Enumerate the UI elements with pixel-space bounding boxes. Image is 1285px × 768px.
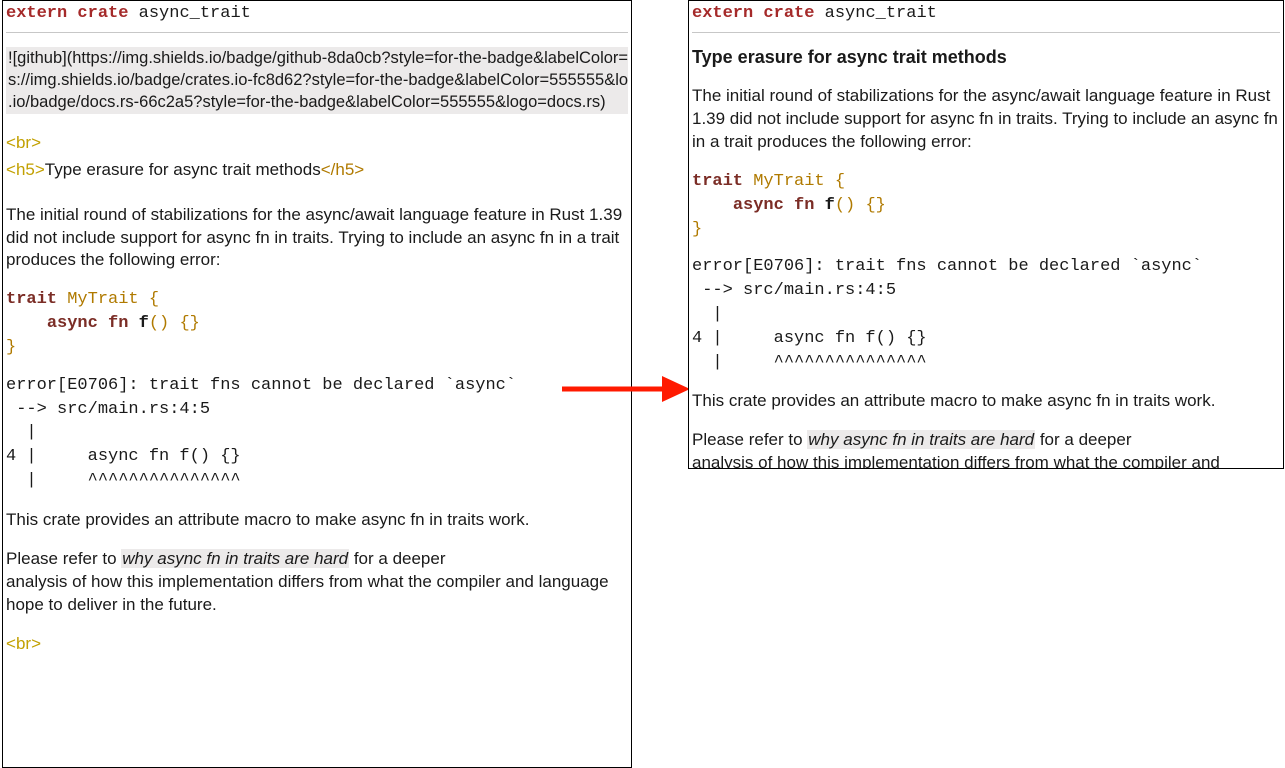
intro-paragraph-right: The initial round of stabilizations for … (692, 85, 1280, 154)
outro-paragraph-left: This crate provides an attribute macro t… (6, 509, 628, 532)
outro-paragraph-right: This crate provides an attribute macro t… (692, 390, 1280, 413)
arrow-icon (562, 374, 690, 404)
kw-crate: crate (77, 4, 128, 23)
raw-br-tag: <br> (6, 132, 628, 155)
badge-line-3: .io/badge/docs.rs-66c2a5?style=for-the-b… (6, 91, 628, 113)
crate-header-right: extern crate async_trait (692, 1, 1280, 33)
code-block-right: trait MyTrait { async fn f() {} } (692, 170, 1280, 241)
raw-h5-tag: <h5>Type erasure for async trait methods… (6, 159, 628, 182)
markdown-badges-raw: ![github](https://img.shields.io/badge/g… (6, 47, 628, 114)
page-root: extern crate async_trait ![github](https… (0, 0, 1285, 768)
badge-line-1: ![github](https://img.shields.io/badge/g… (6, 47, 628, 69)
ref-paragraph-left-line1: Please refer to why async fn in traits a… (6, 548, 628, 571)
ref-link-left[interactable]: why async fn in traits are hard (121, 549, 349, 568)
intro-paragraph-left: The initial round of stabilizations for … (6, 204, 628, 273)
h5-text: Type erasure for async trait methods (45, 160, 321, 179)
rendered-heading: Type erasure for async trait methods (692, 45, 1280, 69)
crate-name: async_trait (139, 4, 251, 23)
ref-paragraph-right-line2: analysis of how this implementation diff… (692, 452, 1280, 469)
ref-paragraph-left-line2: analysis of how this implementation diff… (6, 571, 628, 617)
raw-br-tag-bottom: <br> (6, 633, 628, 656)
code-block-left: trait MyTrait { async fn f() {} } (6, 288, 628, 359)
badge-line-2: s://img.shields.io/badge/crates.io-fc8d6… (6, 69, 628, 91)
crate-header: extern crate async_trait (6, 1, 628, 33)
ref-link-right[interactable]: why async fn in traits are hard (807, 430, 1035, 449)
source-panel: extern crate async_trait ![github](https… (2, 0, 632, 768)
kw-extern: extern (6, 4, 67, 23)
ref-paragraph-right-line1: Please refer to why async fn in traits a… (692, 429, 1280, 452)
compiler-error-right: error[E0706]: trait fns cannot be declar… (692, 255, 1280, 374)
rendered-panel: extern crate async_trait Type erasure fo… (688, 0, 1284, 469)
compiler-error-left: error[E0706]: trait fns cannot be declar… (6, 374, 628, 493)
